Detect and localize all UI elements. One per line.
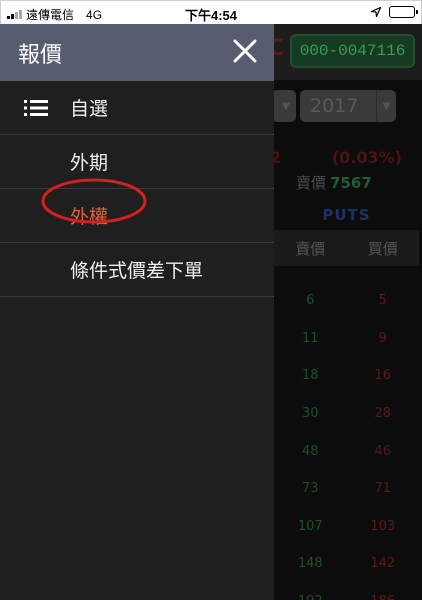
bid-cell: 46 bbox=[374, 443, 392, 459]
ask-price-value: 7567 bbox=[330, 174, 372, 192]
bid-cell: 71 bbox=[374, 481, 392, 497]
month-select[interactable]: ▼ bbox=[272, 90, 296, 122]
chevron-down-icon: ▼ bbox=[282, 100, 290, 112]
table-row[interactable]: 48 46 bbox=[274, 432, 419, 470]
ask-cell: 148 bbox=[297, 556, 323, 572]
table-row[interactable]: 148 142 bbox=[274, 545, 419, 583]
account-number-button[interactable]: 000-0047116 bbox=[290, 34, 415, 68]
puts-column-headers: 賣價 買價 bbox=[274, 230, 419, 266]
menu-item-label: 外期 bbox=[70, 152, 109, 174]
ask-cell: 107 bbox=[297, 518, 323, 534]
ask-cell: 11 bbox=[301, 330, 319, 346]
table-row[interactable]: 18 16 bbox=[274, 357, 419, 395]
table-row[interactable]: 73 71 bbox=[274, 470, 419, 508]
bid-cell: 103 bbox=[370, 518, 396, 534]
drawer-title: 報價 bbox=[18, 43, 63, 68]
bid-cell: 16 bbox=[374, 368, 392, 384]
bid-cell: 142 bbox=[370, 556, 396, 572]
location-arrow-icon bbox=[371, 7, 381, 17]
list-icon bbox=[24, 100, 48, 116]
status-time: 下午4:54 bbox=[184, 8, 238, 23]
year-select[interactable]: 2017 ▼ bbox=[300, 90, 396, 122]
ask-price-line: 賣價 7567 bbox=[296, 172, 372, 193]
quote-drawer: 報價 自選 外期 外權 條件式價差下單 bbox=[0, 24, 274, 600]
table-row[interactable]: 11 9 bbox=[274, 320, 419, 358]
menu-item-foreign-options[interactable]: 外權 bbox=[0, 178, 274, 243]
ask-price-label: 賣價 bbox=[296, 174, 327, 192]
bid-cell: 186 bbox=[347, 594, 420, 600]
quote-change-percent: (0.03%) bbox=[331, 148, 402, 167]
drawer-header: 報價 bbox=[0, 24, 274, 81]
column-header-ask: 賣價 bbox=[295, 239, 326, 258]
menu-item-conditional-spread-order[interactable]: 條件式價差下單 bbox=[0, 243, 274, 297]
table-row[interactable]: 107 103 bbox=[274, 508, 419, 546]
bid-cell: 28 bbox=[374, 406, 392, 422]
year-select-value: 2017 bbox=[310, 95, 359, 117]
menu-item-label: 條件式價差下單 bbox=[70, 260, 204, 282]
puts-table: 65 11 9 18 16 30 28 48 46 73 71 107 103 148 142… bbox=[274, 282, 419, 600]
status-bar: 遠傳電信 4G 下午4:54 bbox=[0, 0, 422, 24]
menu-item-watchlist[interactable]: 自選 bbox=[0, 81, 274, 135]
table-row[interactable]: 65 bbox=[274, 282, 419, 320]
ask-cell: 73 bbox=[301, 481, 319, 497]
bid-cell: 9 bbox=[378, 330, 387, 346]
chevron-down-icon: ▼ bbox=[376, 90, 396, 122]
status-right bbox=[371, 6, 418, 18]
red-circle-annotation bbox=[41, 178, 147, 224]
battery-icon bbox=[389, 6, 418, 18]
ask-cell: 6 bbox=[306, 293, 315, 309]
ask-cell: 48 bbox=[301, 443, 319, 459]
bid-cell: 5 bbox=[378, 293, 387, 309]
puts-title: PUTS bbox=[322, 206, 371, 224]
close-icon[interactable] bbox=[230, 36, 260, 66]
menu-item-label: 自選 bbox=[70, 98, 109, 120]
table-row[interactable]: 30 28 bbox=[274, 395, 419, 433]
table-row[interactable]: 192186 bbox=[274, 583, 419, 600]
column-header-bid: 買價 bbox=[367, 239, 398, 258]
ask-cell: 30 bbox=[301, 406, 319, 422]
ask-cell: 18 bbox=[301, 368, 319, 384]
ask-cell: 192 bbox=[274, 594, 347, 600]
